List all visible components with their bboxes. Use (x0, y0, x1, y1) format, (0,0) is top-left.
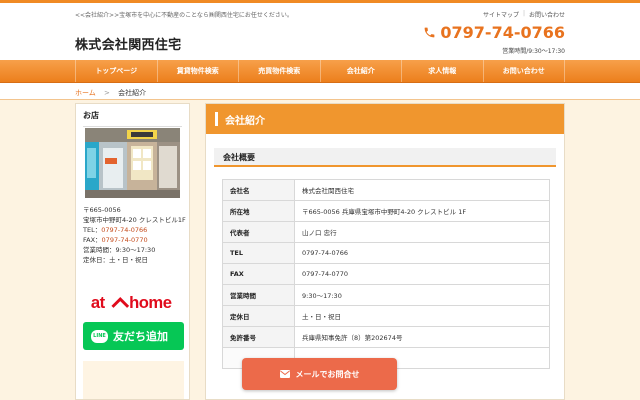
nav-item-recruit[interactable]: 求人情報 (401, 60, 483, 82)
main-title: 会社紹介 (225, 115, 265, 127)
store-fax-row: FAX：0797-74-0770 (83, 235, 187, 245)
line-button-label: 友だち追加 (113, 330, 168, 343)
main-heading-bar: 会社紹介 (206, 104, 564, 134)
table-row: 営業時間 9:30〜17:30 (222, 284, 550, 306)
breadcrumb-divider (0, 99, 640, 100)
site-header: <<会社紹介>>宝塚市を中心に不動産のことなら㈱関西住宅にお任せください。 株式… (0, 3, 640, 60)
row-key: 代表者 (222, 221, 295, 243)
main-nav: トップページ 賃貸物件検索 売買物件検索 会社紹介 求人情報 お問い合わせ (0, 60, 640, 83)
nav-item-company[interactable]: 会社紹介 (319, 60, 402, 82)
table-row: 代表者 山ノ口 忠行 (222, 221, 550, 243)
breadcrumb-home[interactable]: ホーム (75, 89, 96, 97)
sidebar-banner[interactable] (83, 361, 184, 399)
row-value: 山ノ口 忠行 (294, 221, 550, 243)
mail-contact-label: メールでお問合せ (295, 369, 360, 379)
nav-item-top[interactable]: トップページ (75, 60, 157, 82)
mail-icon (279, 370, 290, 378)
row-key: TEL (222, 242, 295, 264)
svg-text:home: home (129, 293, 172, 312)
row-key: FAX (222, 263, 295, 285)
store-fax-link[interactable]: 0797-74-0770 (102, 236, 148, 244)
row-key: 所在地 (222, 200, 295, 222)
row-value: 0797-74-0770 (294, 263, 550, 285)
section-title: 会社概要 (214, 148, 556, 167)
store-photo (85, 128, 180, 198)
site-logo[interactable]: 株式会社関西住宅 (75, 34, 181, 53)
mail-contact-button[interactable]: メールでお問合せ (242, 358, 397, 390)
store-postal: 〒665-0056 (83, 206, 121, 214)
store-holiday: 定休日：土・日・祝日 (83, 256, 148, 264)
row-value: 0797-74-0766 (294, 242, 550, 264)
store-tel-label: TEL： (83, 226, 102, 234)
row-value: 兵庫県知事免許（8）第202674号 (294, 326, 550, 348)
table-row: FAX 0797-74-0770 (222, 263, 550, 285)
store-hours: 営業時間：9:30〜17:30 (83, 246, 156, 254)
row-value: 9:30〜17:30 (294, 284, 550, 306)
breadcrumb-current: 会社紹介 (118, 89, 147, 97)
table-row: TEL 0797-74-0766 (222, 242, 550, 264)
header-phone[interactable]: 0797-74-0766 (423, 23, 565, 42)
sidebar-title-divider (83, 126, 182, 127)
row-value: 〒665-0056 兵庫県宝塚市中野町4-20 クレストビル 1F (294, 200, 550, 222)
row-key: 営業時間 (222, 284, 295, 306)
utility-links: サイトマップ | お問い合わせ (483, 10, 565, 19)
row-value: 株式会社関西住宅 (294, 179, 550, 201)
breadcrumb-separator: > (104, 89, 110, 97)
row-key: 定休日 (222, 305, 295, 327)
table-row: 会社名 株式会社関西住宅 (222, 179, 550, 201)
table-row: 定休日 土・日・祝日 (222, 305, 550, 327)
line-add-friend-button[interactable]: LINE 友だち追加 (83, 322, 184, 350)
athome-banner[interactable]: at home (88, 291, 178, 313)
sidebar-title: お店 (83, 111, 99, 120)
svg-text:at: at (91, 293, 106, 312)
nav-item-contact[interactable]: お問い合わせ (482, 60, 565, 82)
company-info-table: 会社名 株式会社関西住宅 所在地 〒665-0056 兵庫県宝塚市中野町4-20 ク… (222, 179, 550, 369)
breadcrumb: ホーム > 会社紹介 (75, 88, 146, 98)
main-panel: 会社紹介 会社概要 会社名 株式会社関西住宅 所在地 〒665-0056 兵庫県宝塚… (205, 103, 565, 400)
site-tagline: <<会社紹介>>宝塚市を中心に不動産のことなら㈱関西住宅にお任せください。 (75, 12, 293, 19)
contact-link[interactable]: お問い合わせ (529, 10, 565, 19)
athome-logo: at home (91, 293, 172, 312)
store-info: 〒665-0056 宝塚市中野町4-20 クレストビル1F TEL：0797-7… (83, 205, 187, 265)
sitemap-link[interactable]: サイトマップ (483, 10, 519, 19)
store-tel-row: TEL：0797-74-0766 (83, 225, 187, 235)
phone-icon (425, 27, 435, 38)
table-row: 免許番号 兵庫県知事免許（8）第202674号 (222, 326, 550, 348)
table-row: 所在地 〒665-0056 兵庫県宝塚市中野町4-20 クレストビル 1F (222, 200, 550, 222)
heading-accent (215, 112, 218, 126)
line-logo: LINE (91, 329, 108, 343)
store-fax-label: FAX： (83, 236, 102, 244)
nav-item-sale-search[interactable]: 売買物件検索 (238, 60, 320, 82)
util-separator: | (522, 10, 525, 17)
row-key: 会社名 (222, 179, 295, 201)
phone-number: 0797-74-0766 (440, 23, 565, 42)
sidebar: お店 〒665-0056 宝塚市中野町4-20 クレストビル1F TEL：079… (75, 103, 190, 400)
store-tel-link[interactable]: 0797-74-0766 (101, 226, 147, 234)
row-value: 土・日・祝日 (294, 305, 550, 327)
row-key: 免許番号 (222, 326, 295, 348)
header-hours: 営業時間/9:30〜17:30 (502, 48, 565, 55)
store-address: 宝塚市中野町4-20 クレストビル1F (83, 216, 186, 224)
nav-item-rental-search[interactable]: 賃貸物件検索 (156, 60, 239, 82)
